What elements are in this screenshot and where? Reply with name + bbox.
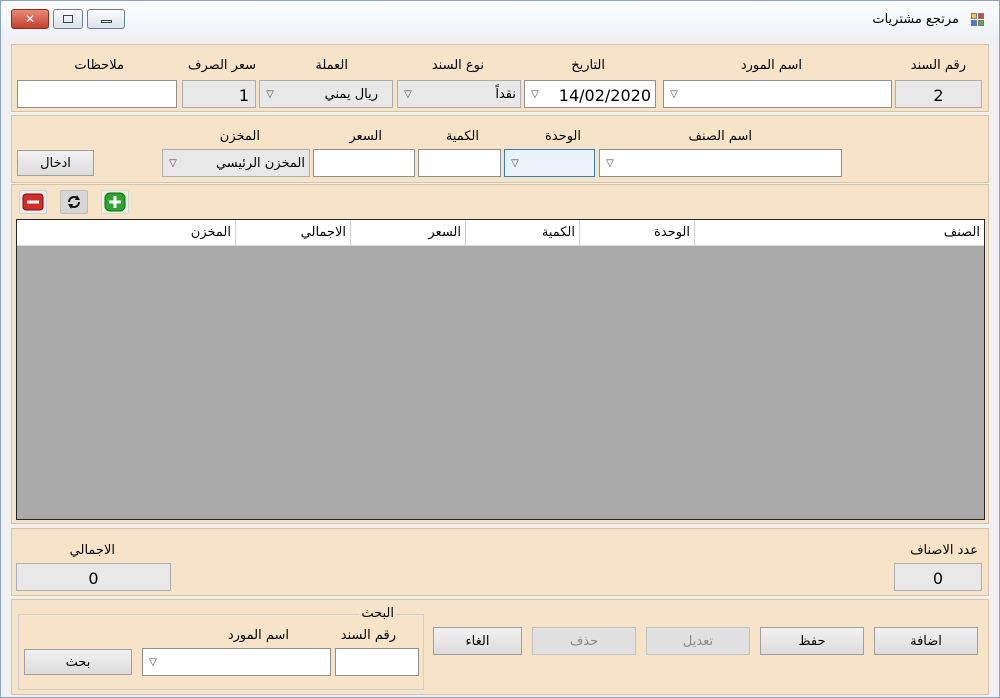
header-panel: رقم السند 2 اسم المورد ▽ التاريخ ▽ 14/02…: [11, 44, 989, 112]
unit-label: الوحدة: [545, 129, 581, 144]
add-icon: [104, 192, 126, 212]
price-label: السعر: [349, 129, 382, 144]
chevron-down-icon[interactable]: ▽: [264, 88, 276, 100]
chevron-down-icon[interactable]: ▽: [509, 157, 521, 169]
item-name-combo[interactable]: ▽: [599, 149, 842, 177]
save-button[interactable]: حفظ: [760, 627, 864, 655]
supplier-label: اسم المورد: [740, 58, 802, 73]
add-row-button[interactable]: [101, 190, 129, 214]
doc-no-field[interactable]: 2: [895, 80, 982, 108]
column-header-store[interactable]: المخزن: [17, 220, 236, 246]
search-doc-no-field[interactable]: [335, 648, 419, 676]
cancel-button[interactable]: الغاء: [433, 627, 522, 655]
app-window: مرتجع مشتريات ✕ رقم السند 2 اسم المورد ▽…: [0, 0, 1000, 698]
total-label: الاجمالي: [69, 543, 115, 558]
store-label: المخزن: [219, 129, 260, 144]
chevron-down-icon[interactable]: ▽: [668, 88, 680, 100]
close-button[interactable]: ✕: [11, 9, 49, 29]
column-header-unit[interactable]: الوحدة: [580, 220, 695, 246]
notes-label: ملاحظات: [74, 58, 124, 73]
quantity-field[interactable]: [418, 149, 501, 177]
items-count-field: 0: [894, 563, 982, 591]
currency-label: العملة: [315, 58, 348, 73]
minimize-button[interactable]: [87, 9, 125, 29]
search-supplier-label: اسم المورد: [227, 628, 289, 643]
rate-field[interactable]: 1: [182, 80, 256, 108]
store-combo[interactable]: ▽ المخزن الرئيسي: [162, 149, 310, 177]
column-header-item[interactable]: الصنف: [695, 220, 984, 246]
column-header-price[interactable]: السعر: [351, 220, 466, 246]
price-field[interactable]: [313, 149, 415, 177]
add-button[interactable]: اضافة: [874, 627, 978, 655]
doc-no-label: رقم السند: [910, 58, 966, 73]
title-bar[interactable]: مرتجع مشتريات ✕: [1, 1, 999, 37]
minimize-icon: [100, 19, 112, 23]
search-supplier-combo[interactable]: ▽: [142, 648, 331, 676]
column-header-quantity[interactable]: الكمية: [466, 220, 580, 246]
search-button[interactable]: بحث: [24, 649, 132, 675]
enter-button[interactable]: ادخال: [17, 150, 94, 176]
close-icon: ✕: [24, 12, 36, 26]
chevron-down-icon[interactable]: ▽: [402, 88, 414, 100]
chevron-down-icon[interactable]: ▽: [604, 157, 616, 169]
currency-combo[interactable]: ▽ ريال يمني: [259, 80, 393, 108]
maximize-button[interactable]: [53, 9, 83, 29]
doc-type-combo[interactable]: ▽ نقداً: [397, 80, 521, 108]
quantity-label: الكمية: [445, 129, 479, 144]
app-icon: [971, 13, 985, 26]
date-label: التاريخ: [571, 58, 605, 73]
search-legend: البحث: [359, 606, 396, 621]
total-field: 0: [16, 563, 171, 591]
rate-label: سعر الصرف: [188, 58, 256, 73]
edit-button[interactable]: تعديل: [646, 627, 750, 655]
unit-combo[interactable]: ▽: [504, 149, 595, 177]
column-header-total[interactable]: الاجمالي: [236, 220, 351, 246]
items-grid[interactable]: الصنف الوحدة الكمية السعر الاجمالي المخز…: [16, 219, 985, 520]
maximize-icon: [63, 15, 73, 23]
supplier-combo[interactable]: ▽: [663, 80, 892, 108]
date-picker[interactable]: ▽ 14/02/2020: [524, 80, 656, 108]
item-name-label: اسم الصنف: [688, 129, 752, 144]
grid-header: الصنف الوحدة الكمية السعر الاجمالي المخز…: [17, 220, 984, 246]
items-count-label: عدد الاصناف: [910, 543, 978, 558]
remove-icon: [22, 193, 44, 211]
refresh-icon: [68, 195, 80, 209]
delete-button[interactable]: حذف: [532, 627, 636, 655]
chevron-down-icon[interactable]: ▽: [167, 157, 179, 169]
window-title: مرتجع مشتريات: [872, 12, 959, 27]
summary-panel: عدد الاصناف 0 الاجمالي 0: [11, 528, 989, 596]
chevron-down-icon[interactable]: ▽: [529, 88, 541, 100]
refresh-button[interactable]: [60, 190, 88, 214]
item-entry-panel: اسم الصنف ▽ الوحدة ▽ الكمية السعر المخزن…: [11, 115, 989, 183]
notes-field[interactable]: [17, 80, 177, 108]
remove-row-button[interactable]: [19, 190, 47, 214]
chevron-down-icon[interactable]: ▽: [147, 656, 159, 668]
doc-type-label: نوع السند: [431, 58, 484, 73]
search-doc-no-label: رقم السند: [340, 628, 396, 643]
